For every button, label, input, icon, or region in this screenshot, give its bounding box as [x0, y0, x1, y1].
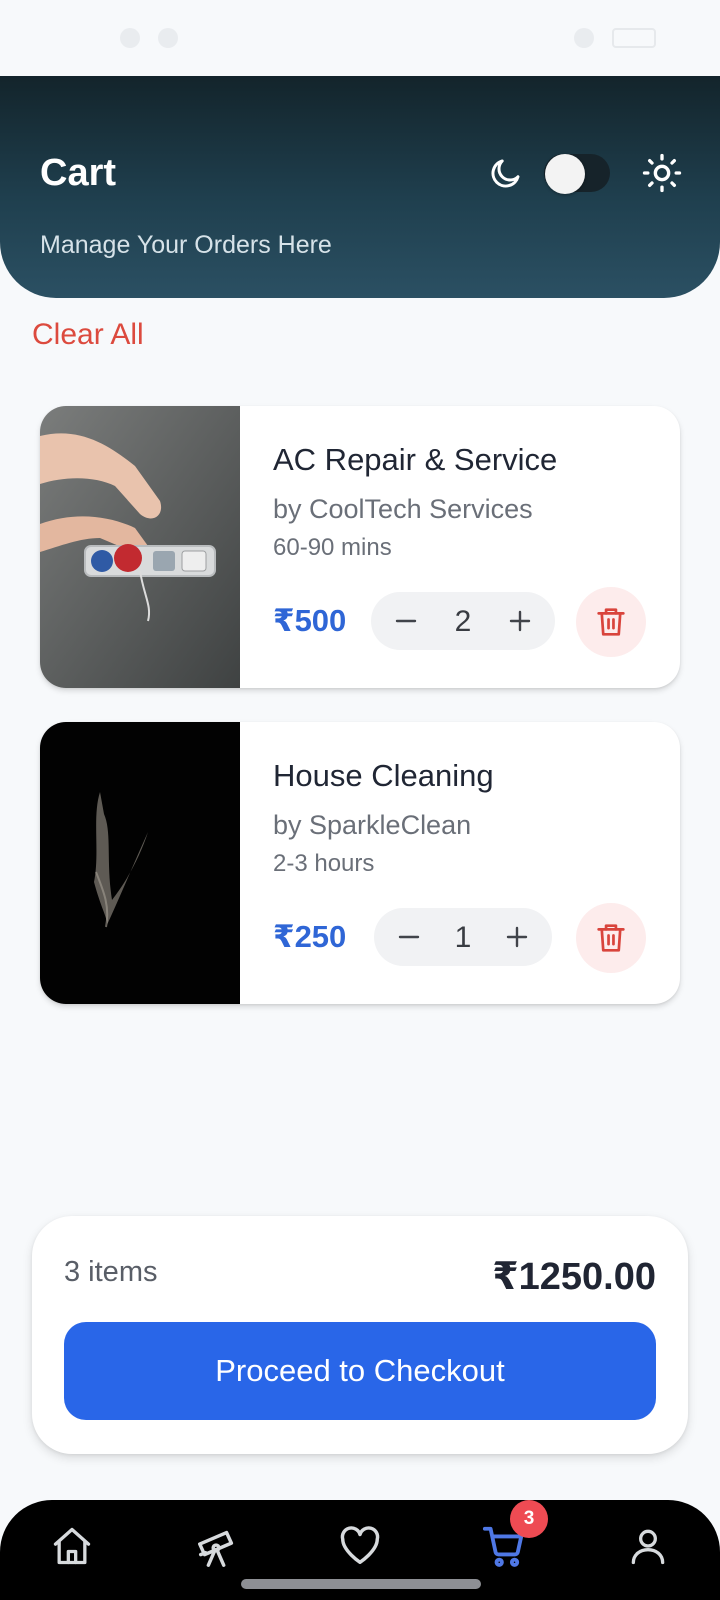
service-image-house-cleaning — [40, 722, 240, 1004]
sun-icon — [642, 153, 682, 193]
cart-item-card: AC Repair & Service by CoolTech Services… — [40, 406, 680, 688]
notification-icon — [120, 28, 140, 48]
nav-explore[interactable] — [189, 1518, 245, 1574]
cart-item-card: House Cleaning by SparkleClean 2-3 hours… — [40, 722, 680, 1004]
home-icon — [53, 1527, 91, 1565]
status-bar — [0, 0, 720, 76]
delete-item-button[interactable] — [576, 903, 646, 973]
service-image-ac-repair — [40, 406, 240, 688]
nav-favorites[interactable] — [332, 1518, 388, 1574]
proceed-to-checkout-button[interactable]: Proceed to Checkout — [64, 1322, 656, 1420]
item-title: AC Repair & Service — [273, 442, 558, 477]
nav-profile[interactable] — [620, 1518, 676, 1574]
signal-icon — [574, 28, 594, 48]
increase-quantity-button[interactable] — [491, 592, 549, 650]
status-bar-left — [120, 28, 178, 48]
item-count: 3 items — [64, 1256, 158, 1288]
page-subtitle: Manage Your Orders Here — [40, 231, 332, 259]
battery-icon — [612, 28, 656, 48]
status-bar-right — [574, 28, 656, 48]
total-price: ₹1250.00 — [492, 1256, 656, 1298]
clear-all-button[interactable]: Clear All — [32, 318, 144, 352]
theme-toggle-knob — [545, 154, 585, 194]
profile-icon — [631, 1529, 665, 1565]
trash-icon — [597, 924, 625, 952]
item-price: ₹250 — [273, 919, 347, 954]
item-duration: 60-90 mins — [273, 534, 392, 561]
trash-icon — [597, 608, 625, 636]
quantity-stepper: 1 — [374, 908, 552, 966]
cart-screen: Cart Manage Your Orders Here Clear All A… — [0, 0, 720, 1600]
nav-home[interactable] — [44, 1518, 100, 1574]
heart-icon — [340, 1526, 380, 1565]
page-title: Cart — [40, 152, 117, 194]
increase-quantity-button[interactable] — [488, 908, 546, 966]
cart-count-badge: 3 — [510, 1500, 548, 1538]
item-provider: by CoolTech Services — [273, 494, 533, 524]
moon-icon — [491, 159, 520, 188]
order-summary: 3 items ₹1250.00 Proceed to Checkout — [32, 1216, 688, 1454]
delete-item-button[interactable] — [576, 587, 646, 657]
item-provider: by SparkleClean — [273, 810, 472, 840]
item-duration: 2-3 hours — [273, 850, 375, 877]
app-notification-icon — [158, 28, 178, 48]
quantity-stepper: 2 — [371, 592, 555, 650]
theme-toggle[interactable] — [544, 154, 610, 194]
cart-header: Cart Manage Your Orders Here — [0, 76, 720, 298]
item-title: House Cleaning — [273, 758, 494, 793]
plus-icon — [506, 926, 528, 948]
home-indicator[interactable] — [241, 1579, 481, 1589]
item-price: ₹500 — [273, 603, 347, 638]
telescope-icon — [198, 1530, 234, 1567]
plus-icon — [509, 610, 531, 632]
